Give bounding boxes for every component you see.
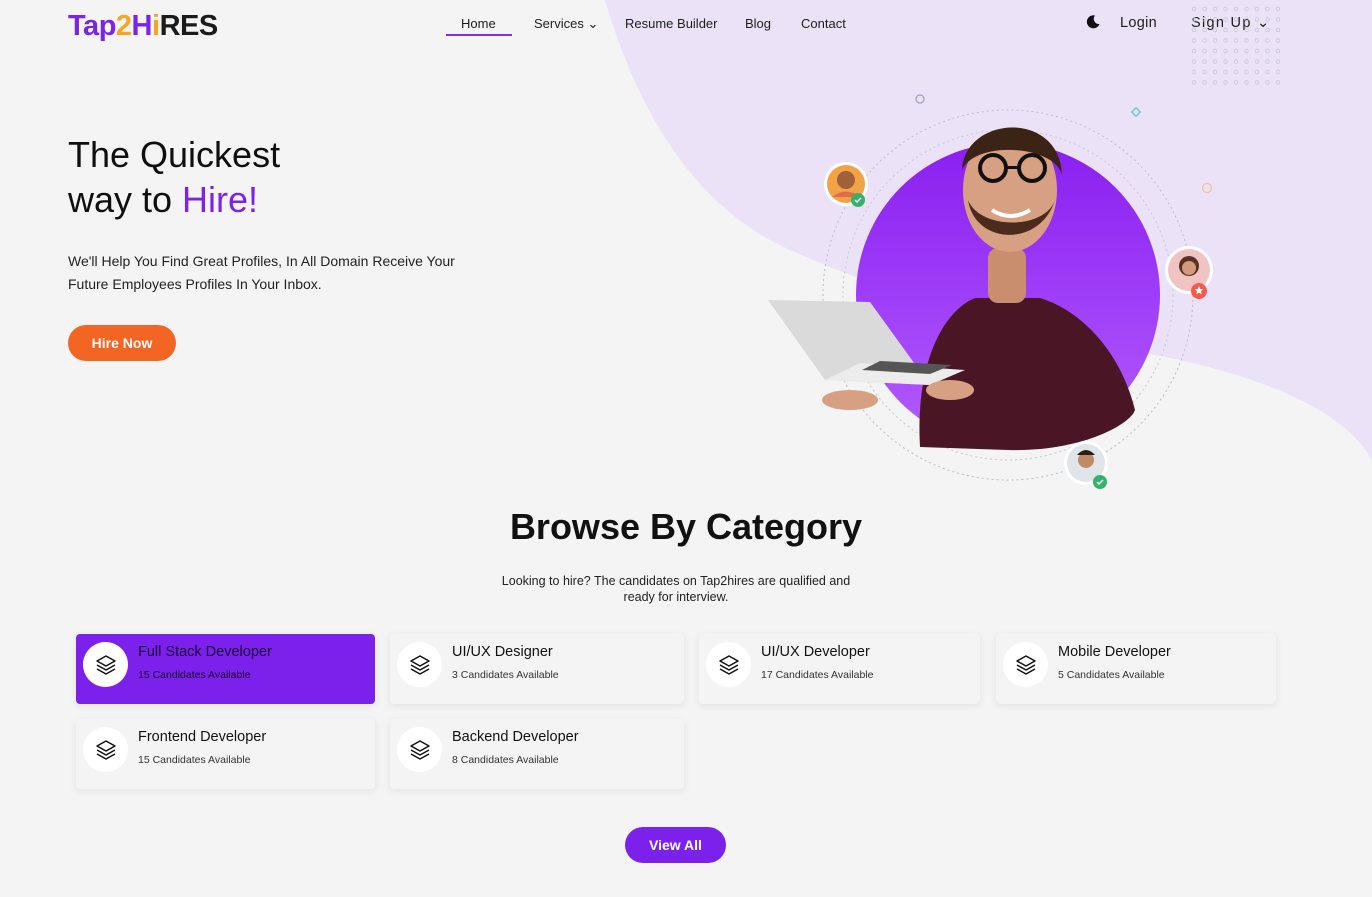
- nav-resume-builder[interactable]: Resume Builder: [625, 16, 718, 31]
- hero-subtitle: We'll Help You Find Great Profiles, In A…: [68, 253, 455, 292]
- layers-icon: [397, 642, 442, 687]
- hire-now-button[interactable]: Hire Now: [68, 325, 176, 361]
- nav-blog[interactable]: Blog: [745, 16, 771, 31]
- site-header: Tap2HiRES Home Services ⌄ Resume Builder…: [0, 0, 1372, 85]
- category-section-subtitle: Looking to hire? The candidates on Tap2h…: [501, 574, 851, 604]
- category-card[interactable]: Frontend Developer 15 Candidates Availabl…: [76, 719, 375, 789]
- category-section-title: Browse By Category: [509, 506, 863, 547]
- candidate-avatar-2: [1165, 246, 1213, 299]
- layers-icon: [706, 642, 751, 687]
- category-card-count: 8 Candidates Available: [452, 754, 559, 766]
- category-card-count: 15 Candidates Available: [138, 754, 251, 766]
- nav-active-indicator: [446, 34, 512, 36]
- category-card[interactable]: Backend Developer 8 Candidates Available: [390, 719, 684, 789]
- candidate-avatar-1: [824, 162, 868, 207]
- category-card-title: Frontend Developer: [138, 729, 267, 745]
- category-card-title: Backend Developer: [452, 729, 579, 745]
- category-card-title: UI/UX Designer: [452, 644, 553, 660]
- layers-icon: [1003, 642, 1048, 687]
- candidate-avatar-3: [1064, 441, 1108, 489]
- layers-icon: [397, 727, 442, 772]
- category-card[interactable]: UI/UX Designer 3 Candidates Available: [390, 634, 684, 704]
- category-card-title: Full Stack Developer: [138, 644, 272, 660]
- category-card-title: Mobile Developer: [1058, 644, 1171, 660]
- category-card[interactable]: Full Stack Developer 15 Candidates Availa…: [76, 634, 375, 704]
- nav-contact[interactable]: Contact: [801, 16, 846, 31]
- layers-icon: [83, 642, 128, 687]
- nav-services[interactable]: Services ⌄: [534, 16, 598, 32]
- category-card[interactable]: UI/UX Developer 17 Candidates Available: [699, 634, 980, 704]
- category-card[interactable]: Mobile Developer 5 Candidates Available: [996, 634, 1276, 704]
- hero-title-accent: Hire!: [182, 179, 259, 220]
- moon-icon[interactable]: [1085, 14, 1101, 30]
- category-card-count: 17 Candidates Available: [761, 669, 874, 681]
- category-card-count: 3 Candidates Available: [452, 669, 559, 681]
- hero-illustration: [768, 94, 1213, 489]
- layers-icon: [83, 727, 128, 772]
- hero-title: The Quickest way to Hire!: [68, 134, 281, 220]
- dot-pattern-decoration: [1191, 6, 1281, 85]
- category-card-count: 5 Candidates Available: [1058, 669, 1165, 681]
- category-card-count: 15 Candidates Available: [138, 669, 251, 681]
- brand-logo[interactable]: Tap2HiRES: [68, 10, 218, 43]
- nav-home[interactable]: Home: [461, 16, 496, 31]
- view-all-button[interactable]: View All: [625, 827, 726, 863]
- category-card-title: UI/UX Developer: [761, 644, 870, 660]
- login-link[interactable]: Login: [1120, 15, 1157, 31]
